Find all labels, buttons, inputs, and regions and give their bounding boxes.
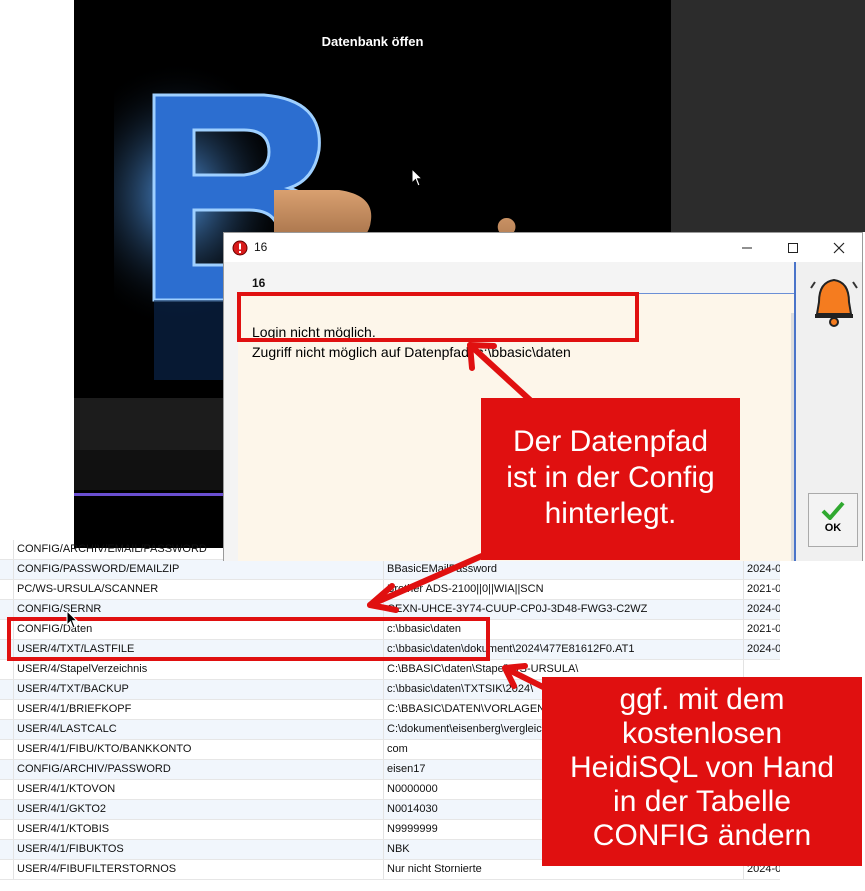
callout-datenpfad: Der Datenpfad ist in der Config hinterle…	[481, 398, 740, 560]
callout-line: HeidiSQL von Hand	[569, 751, 835, 784]
callout-line: CONFIG ändern	[592, 819, 812, 852]
callout-line: ist in der Config	[506, 461, 715, 494]
callout-line: Der Datenpfad	[512, 425, 709, 458]
mouse-cursor-icon	[66, 610, 79, 629]
callout-line: kostenlosen	[621, 717, 783, 750]
arrow-to-message	[467, 342, 533, 403]
callout-line: hinterlegt.	[544, 497, 677, 530]
callout-heidisql: ggf. mit dem kostenlosen HeidiSQL von Ha…	[542, 677, 862, 866]
callout-line: ggf. mit dem	[619, 683, 785, 716]
callout-line: in der Tabelle	[613, 785, 791, 818]
